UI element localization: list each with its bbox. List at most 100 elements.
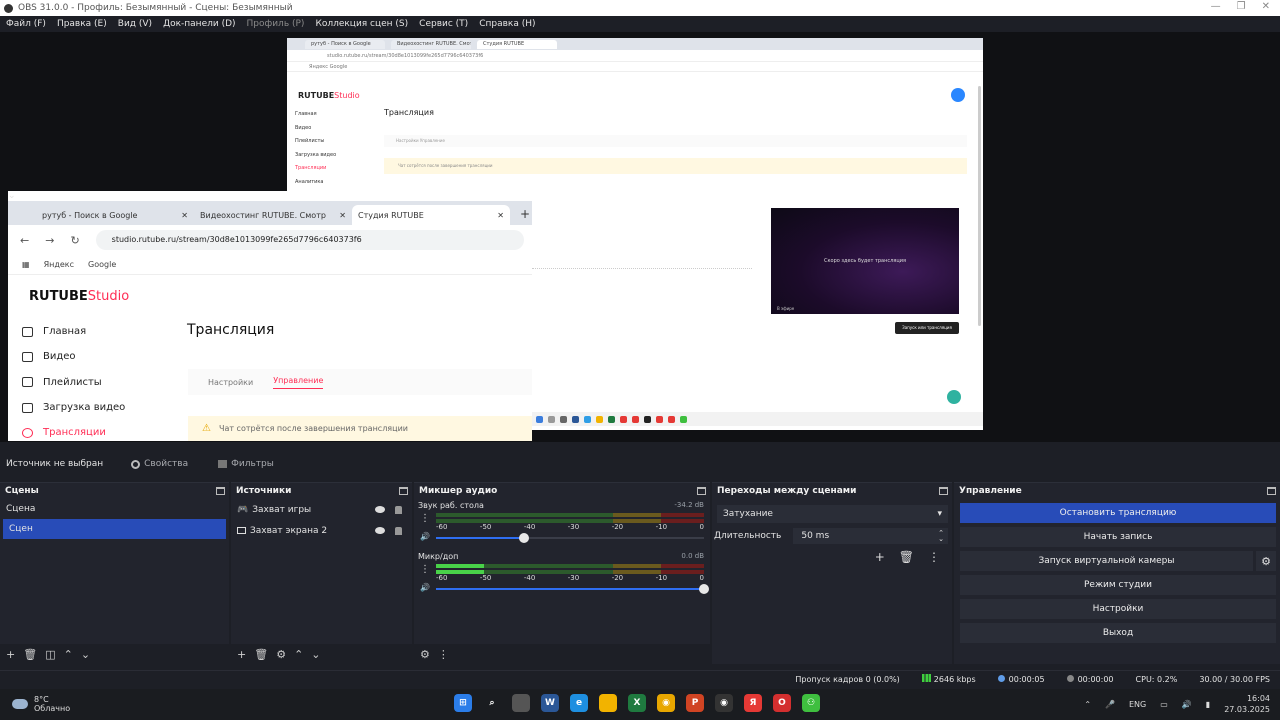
capture-bookmarks: ▦ Яндекс Google [8,255,532,275]
weather-widget[interactable]: 8°C Облачно [12,695,70,713]
start-record-button[interactable]: Начать запись [960,527,1276,547]
menu-view[interactable]: Вид (V) [118,19,152,29]
lock-icon[interactable] [395,505,402,514]
excel-icon[interactable]: X [628,694,646,712]
eye-icon[interactable] [375,506,385,513]
trash-icon[interactable]: 🗑 [254,648,268,661]
opera-icon[interactable]: O [773,694,791,712]
source-item[interactable]: 🎮 Захват игры [231,499,412,520]
stop-stream-button[interactable]: Остановить трансляцию [960,503,1276,523]
menu-file[interactable]: Файл (F) [6,19,46,29]
maximize-button[interactable]: ❐ [1237,1,1246,12]
volume-icon[interactable]: 🔊 [1182,700,1192,709]
clock[interactable]: 16:04 27.03.2025 [1224,693,1270,715]
meter-tick: -20 [611,523,624,531]
undock-icon[interactable] [939,487,948,495]
capture-tab: Студия RUTUBE [477,39,557,49]
file-icon[interactable] [512,694,530,712]
eye-icon[interactable] [375,527,385,534]
gear-icon[interactable]: ⚙ [276,648,286,661]
add-icon[interactable]: + [6,648,15,661]
trash-icon[interactable]: 🗑 [899,550,914,564]
properties-button[interactable]: Свойства [129,459,190,469]
search-icon[interactable]: ⌕ [483,694,501,712]
capture-sidenav: Главная Видео Плейлисты Загрузка видео Т… [22,319,125,441]
transition-select[interactable]: Затухание ▾ [717,505,948,523]
menu-tools[interactable]: Сервис (T) [419,19,468,29]
filter-icon[interactable]: ◫ [45,648,55,661]
stream-preview-video: Скоро здесь будет трансляция В эфире [771,208,959,314]
start-icon[interactable]: ⊞ [454,694,472,712]
language-indicator[interactable]: ENG [1129,700,1146,709]
channel-name: Звук раб. стола [418,500,484,510]
scene-item[interactable]: Сцена [0,499,229,519]
kebab-menu-icon[interactable]: ⋮ [420,513,430,524]
network-icon[interactable]: ▭ [1160,700,1168,709]
edge-icon[interactable]: e [570,694,588,712]
volume-meter [436,513,704,517]
microphone-icon[interactable]: 🎤 [1105,700,1115,709]
duration-stepper[interactable]: 50 ms ⌃ ⌄ [793,528,948,544]
menu-edit[interactable]: Правка (E) [57,19,107,29]
speaker-icon[interactable]: 🔊 [420,583,430,592]
gear-icon[interactable]: ⚙ [420,648,430,661]
kebab-menu-icon[interactable]: ⋮ [438,648,449,661]
powerpoint-icon[interactable]: P [686,694,704,712]
obs-icon[interactable]: ◉ [715,694,733,712]
move-up-icon[interactable]: ⌃ [64,648,73,661]
yandex-icon[interactable]: Я [744,694,762,712]
settings-button[interactable]: Настройки [960,599,1276,619]
add-icon[interactable]: + [875,550,885,564]
chevron-up-icon[interactable]: ⌃ [1084,700,1091,709]
undock-icon[interactable] [399,487,408,495]
virtual-camera-button[interactable]: Запуск виртуальной камеры [960,551,1253,571]
filter-icon [218,460,228,468]
add-icon[interactable]: + [237,648,246,661]
capture-warning: Чат сотрётся после завершения трансляции [384,158,967,174]
kebab-menu-icon[interactable]: ⋮ [928,550,940,564]
record-icon [1066,674,1074,682]
filters-button[interactable]: Фильтры [216,459,276,469]
bitrate: 2646 kbps [921,674,976,684]
trash-icon[interactable]: 🗑 [23,648,37,661]
studio-mode-button[interactable]: Режим студии [960,575,1276,595]
undock-icon[interactable] [1267,487,1276,495]
capture-bookmarks: Яндекс Google [287,62,983,72]
window-titlebar: OBS 31.0.0 - Профиль: Безымянный - Сцены… [0,0,1280,16]
capture-page-title: Трансляция [187,322,275,338]
meter-tick: -60 [436,523,448,531]
kebab-menu-icon[interactable]: ⋮ [420,564,430,575]
undock-icon[interactable] [697,487,706,495]
capture-nav-item: Плейлисты [22,370,125,395]
undock-icon[interactable] [216,487,225,495]
source-item[interactable]: Захват экрана 2 [231,520,412,541]
gear-icon [131,459,141,469]
scene-item-selected[interactable]: Сцен [3,519,226,539]
chrome-icon[interactable]: ◉ [657,694,675,712]
windows-taskbar: 8°C Облачно ⊞ ⌕ W e X ◉ P ◉ Я O ⚇ ⌃ 🎤 ENG… [0,689,1280,720]
menu-scene-collection[interactable]: Коллекция сцен (S) [315,19,408,29]
menu-help[interactable]: Справка (H) [479,19,535,29]
close-button[interactable]: ✕ [1262,1,1270,12]
speaker-icon[interactable]: 🔊 [420,532,430,541]
gear-icon[interactable]: ⚙ [1256,551,1276,571]
android-icon[interactable]: ⚇ [802,694,820,712]
battery-icon[interactable]: ▮ [1206,700,1210,709]
volume-slider[interactable] [436,584,709,594]
capture-nav-item: Главная [22,319,125,344]
lock-icon[interactable] [395,526,402,535]
menu-docks[interactable]: Док-панели (D) [163,19,235,29]
folder-icon[interactable] [599,694,617,712]
record-time: 00:00:00 [1066,674,1114,684]
capture-brand: RUTUBEStudio [29,289,130,304]
cpu-usage: CPU: 0.2% [1135,674,1178,684]
move-down-icon[interactable]: ⌄ [81,648,90,661]
minimize-button[interactable]: — [1211,1,1221,12]
move-up-icon[interactable]: ⌃ [294,648,303,661]
source-toolbar: Источник не выбран Свойства Фильтры [0,454,1280,474]
move-down-icon[interactable]: ⌄ [311,648,320,661]
stream-time: 00:00:05 [997,674,1045,684]
word-icon[interactable]: W [541,694,559,712]
exit-button[interactable]: Выход [960,623,1276,643]
volume-slider[interactable] [436,533,704,543]
